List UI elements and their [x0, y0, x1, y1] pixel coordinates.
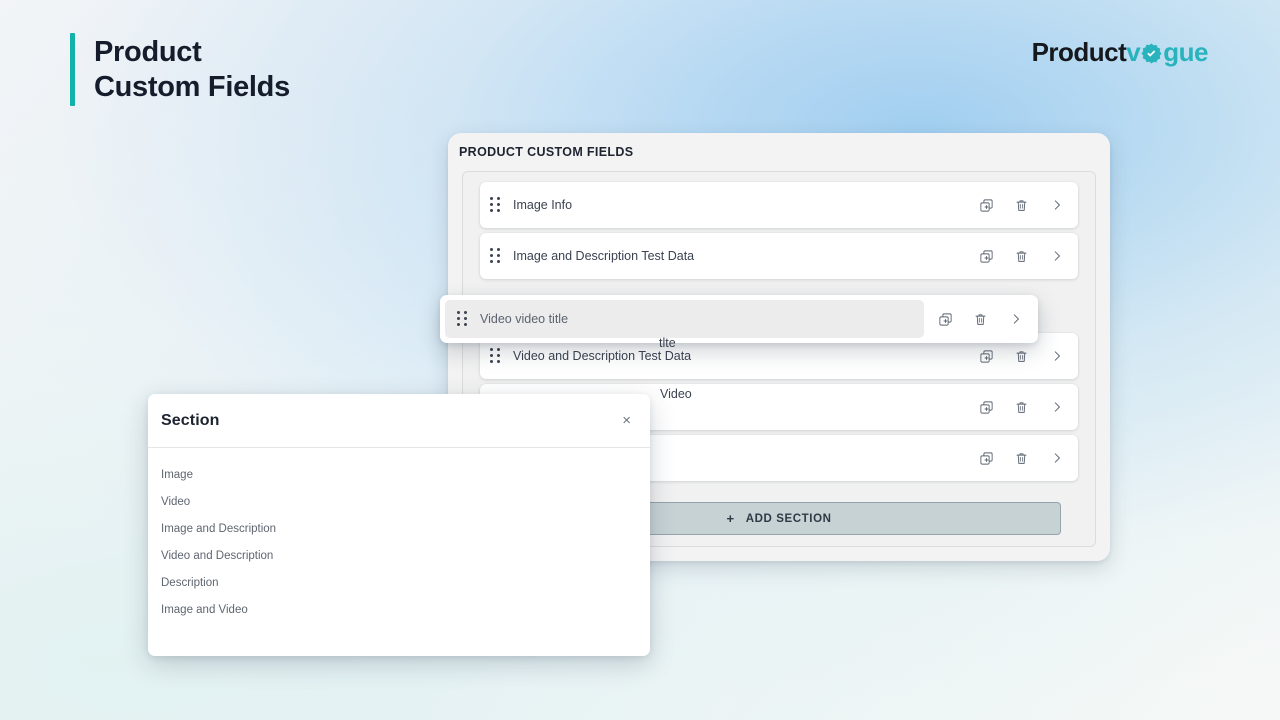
list-item[interactable]: Description	[148, 569, 650, 596]
duplicate-icon[interactable]	[978, 348, 995, 365]
modal-header: Section ×	[148, 394, 650, 448]
row-actions	[978, 248, 1065, 265]
drag-handle-icon[interactable]	[457, 311, 469, 328]
duplicate-icon[interactable]	[978, 450, 995, 467]
plus-icon: +	[726, 511, 734, 526]
list-item[interactable]: Image	[148, 461, 650, 488]
logo-text-v: v	[1126, 39, 1140, 65]
row-actions	[978, 450, 1065, 467]
trash-icon[interactable]	[1013, 197, 1030, 214]
row-label: Image and Description Test Data	[513, 249, 978, 263]
row-actions	[924, 311, 1038, 328]
table-row[interactable]: Image Info	[480, 182, 1078, 228]
row-label: Video and Description Test Data	[513, 349, 978, 363]
trash-icon[interactable]	[1013, 248, 1030, 265]
row-label: Video video title	[480, 312, 924, 326]
page-heading: Product Custom Fields	[70, 33, 290, 106]
brand-logo: Productv gue	[1032, 39, 1208, 65]
row-actions	[978, 348, 1065, 365]
row-actions	[978, 197, 1065, 214]
dragging-row[interactable]: Video video title	[440, 295, 1038, 343]
chevron-right-icon[interactable]	[1048, 450, 1065, 467]
trash-icon[interactable]	[1013, 450, 1030, 467]
modal-title: Section	[161, 412, 620, 430]
list-item[interactable]: Video and Description	[148, 542, 650, 569]
logo-text-gue: gue	[1163, 39, 1208, 65]
row-label-partial: tlte	[659, 336, 676, 350]
page-title: Product Custom Fields	[94, 33, 290, 106]
duplicate-icon[interactable]	[978, 399, 995, 416]
trash-icon[interactable]	[1013, 399, 1030, 416]
dragging-row-content: Video video title	[445, 300, 924, 338]
row-label: Image Info	[513, 198, 978, 212]
drag-handle-icon[interactable]	[490, 248, 502, 265]
duplicate-icon[interactable]	[978, 248, 995, 265]
trash-icon[interactable]	[1013, 348, 1030, 365]
chevron-right-icon[interactable]	[1007, 311, 1024, 328]
row-label-partial: Video	[660, 387, 692, 401]
add-section-label: ADD SECTION	[746, 513, 832, 525]
heading-accent-bar	[70, 33, 75, 106]
duplicate-icon[interactable]	[978, 197, 995, 214]
chevron-right-icon[interactable]	[1048, 197, 1065, 214]
list-item[interactable]: Image and Description	[148, 515, 650, 542]
chevron-right-icon[interactable]	[1048, 248, 1065, 265]
card-title: PRODUCT CUSTOM FIELDS	[459, 145, 633, 159]
close-icon[interactable]: ×	[620, 410, 633, 431]
list-item[interactable]: Video	[148, 488, 650, 515]
chevron-right-icon[interactable]	[1048, 399, 1065, 416]
trash-icon[interactable]	[972, 311, 989, 328]
table-row[interactable]: Image and Description Test Data	[480, 233, 1078, 279]
duplicate-icon[interactable]	[937, 311, 954, 328]
section-modal: Section × Image Video Image and Descript…	[148, 394, 650, 656]
logo-text-product: Product	[1032, 39, 1127, 65]
chevron-right-icon[interactable]	[1048, 348, 1065, 365]
verified-badge-icon	[1140, 42, 1163, 65]
drag-handle-icon[interactable]	[490, 348, 502, 365]
list-item[interactable]: Image and Video	[148, 596, 650, 623]
modal-options-list: Image Video Image and Description Video …	[148, 448, 650, 623]
drag-handle-icon[interactable]	[490, 197, 502, 214]
row-actions	[978, 399, 1065, 416]
